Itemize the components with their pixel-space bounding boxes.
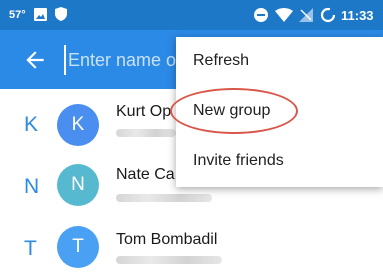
menu-item-invite-friends[interactable]: Invite friends bbox=[176, 137, 383, 187]
menu-item-refresh[interactable]: Refresh bbox=[176, 37, 383, 87]
no-signal-icon bbox=[299, 8, 313, 22]
shield-icon bbox=[55, 7, 67, 21]
redacted-number bbox=[116, 256, 222, 264]
section-letter: T bbox=[24, 237, 37, 260]
search-input[interactable] bbox=[64, 45, 188, 75]
redacted-number bbox=[116, 194, 212, 202]
status-bar: 57° 11:33 bbox=[0, 0, 383, 30]
section-letter: N bbox=[24, 175, 40, 198]
contact-name: Nate Ca bbox=[116, 166, 175, 183]
temperature-label: 57° bbox=[9, 9, 26, 21]
menu-item-label: Refresh bbox=[193, 52, 250, 69]
contact-row[interactable]: T T Tom Bombadil bbox=[0, 214, 383, 278]
minus-circle-icon bbox=[254, 8, 268, 22]
highlight-ellipse bbox=[170, 88, 298, 134]
contact-name: Tom Bombadil bbox=[116, 231, 218, 248]
section-letter: K bbox=[24, 113, 39, 136]
redacted-number bbox=[116, 129, 176, 137]
image-icon bbox=[34, 8, 47, 21]
battery-charging-icon bbox=[320, 7, 336, 23]
menu-item-label: Invite friends bbox=[193, 152, 284, 169]
avatar: K bbox=[57, 104, 99, 146]
avatar: N bbox=[57, 164, 99, 206]
avatar: T bbox=[57, 226, 99, 268]
contact-name: Kurt Op bbox=[116, 103, 172, 120]
wifi-icon bbox=[275, 8, 293, 22]
arrow-left-icon[interactable] bbox=[22, 47, 48, 73]
clock: 11:33 bbox=[341, 8, 374, 23]
